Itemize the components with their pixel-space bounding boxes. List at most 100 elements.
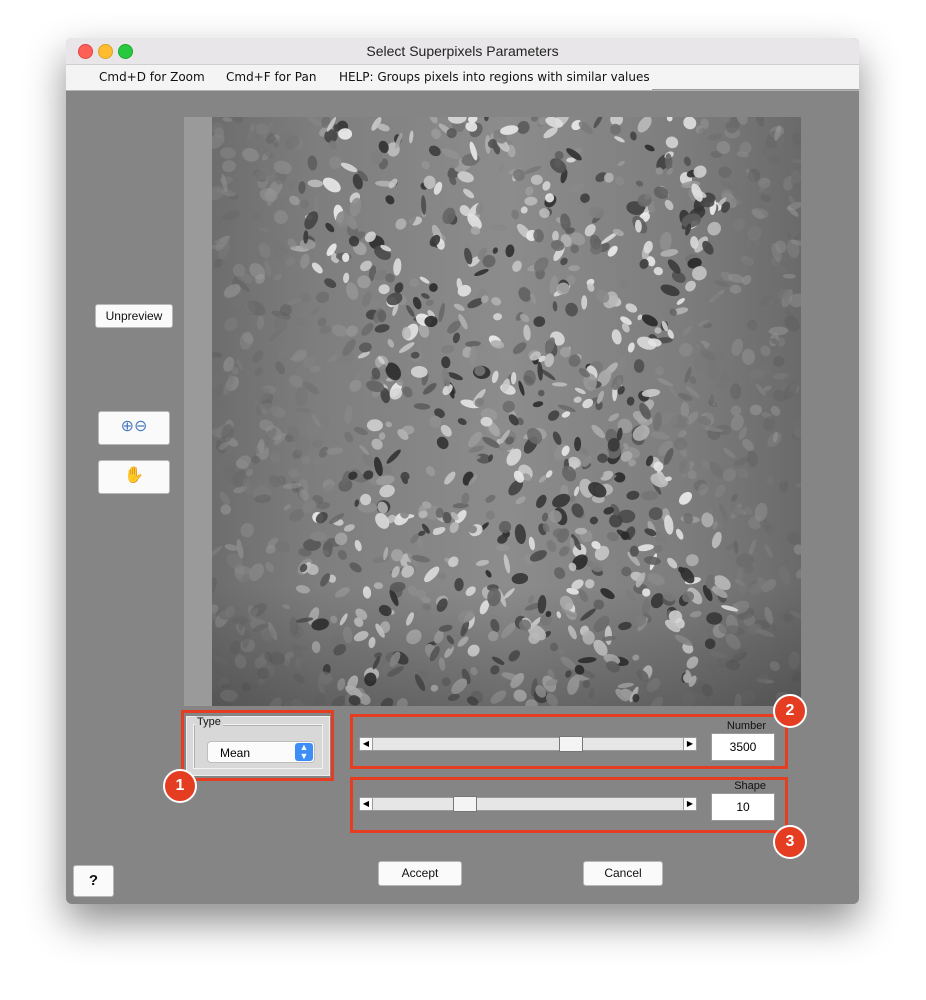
accept-button[interactable]: Accept [378,861,462,886]
superpixel-blob [664,199,674,211]
superpixel-blob [324,417,330,431]
superpixel-blob [401,326,412,340]
superpixel-blob [660,284,680,297]
superpixel-blob [525,186,534,196]
superpixel-blob [386,449,401,464]
menu-pan-hint[interactable]: Cmd+F for Pan [226,70,316,84]
superpixel-blob [581,295,588,310]
superpixel-blob [428,283,438,292]
superpixel-blob [610,123,621,135]
superpixel-blob [324,278,337,288]
superpixel-blob [298,181,306,194]
superpixel-blob [265,562,274,573]
superpixel-blob [429,117,438,124]
superpixel-blob [425,466,436,477]
superpixel-blob [552,230,559,242]
superpixel-preview-image[interactable] [212,117,801,706]
menu-help-text[interactable]: HELP: Groups pixels into regions with si… [339,70,650,84]
superpixel-blob [600,153,607,160]
superpixel-blob [441,356,451,369]
superpixel-blob [400,471,410,481]
superpixel-blob [501,352,512,363]
annotation-box-shape [350,777,788,833]
cancel-button[interactable]: Cancel [583,861,663,886]
superpixel-blob [626,490,640,500]
superpixel-blob [617,160,625,167]
annotation-box-number [350,714,788,769]
superpixel-blob [742,438,754,452]
superpixel-blob [357,275,371,289]
superpixel-blob [666,117,673,122]
superpixel-blob [359,342,372,353]
superpixel-blob [520,206,528,214]
superpixel-blob [254,367,263,376]
superpixel-blob [485,510,495,520]
superpixel-blob [409,130,414,144]
superpixel-blob [374,324,390,333]
superpixel-blob [683,512,694,524]
menu-zoom-hint[interactable]: Cmd+D for Zoom [99,70,205,84]
superpixel-blob [570,244,580,254]
superpixel-blob [378,284,390,295]
superpixel-blob [491,297,502,306]
superpixel-blob [764,543,773,558]
superpixel-blob [707,361,719,381]
superpixel-blob [304,211,319,230]
superpixel-blob [611,329,622,345]
superpixel-blob [419,276,430,284]
superpixel-blob [295,387,308,407]
menu-bar: Cmd+D for Zoom Cmd+F for Pan HELP: Group… [66,65,859,91]
superpixel-blob [747,450,758,468]
unpreview-button[interactable]: Unpreview [95,304,173,328]
superpixel-blob [232,117,244,123]
title-bar: Select Superpixels Parameters [66,38,859,65]
superpixel-blob [693,165,707,178]
superpixel-blob [621,566,632,577]
superpixel-blob [647,573,665,586]
superpixel-blob [675,528,684,540]
superpixel-blob [643,556,661,565]
superpixel-blob [453,303,465,311]
superpixel-blob [707,133,723,141]
superpixel-blob [325,447,344,455]
superpixel-blob [653,544,663,553]
superpixel-blob [322,177,341,193]
superpixel-blob [385,421,392,428]
superpixel-blob [511,573,529,585]
superpixel-blob [530,174,543,185]
superpixel-blob [220,504,232,515]
superpixel-blob [212,352,223,358]
superpixel-blob [372,555,390,564]
superpixel-blob [730,383,742,400]
superpixel-blob [283,504,291,511]
help-button[interactable]: ? [73,865,114,897]
superpixel-blob [548,410,560,421]
superpixel-blob [589,516,599,525]
superpixel-blob [641,490,658,501]
annotation-badge-1: 1 [163,769,197,803]
superpixel-blob [749,404,762,416]
superpixel-blob [512,342,527,355]
superpixel-blob [536,494,547,508]
superpixel-blob [284,257,296,266]
zoom-tool-button[interactable]: ⊕⊖ [98,411,170,445]
superpixel-blob [332,374,350,384]
superpixel-blob [552,431,562,445]
superpixel-blob [782,273,796,279]
superpixel-blob [665,136,679,149]
superpixel-blob [795,483,801,488]
superpixel-blob [529,342,537,348]
superpixel-blob [627,342,635,353]
superpixel-blob [653,266,663,276]
pan-tool-button[interactable]: ✋ [98,460,170,494]
superpixel-blob [379,484,395,498]
superpixel-blob [630,131,637,141]
superpixel-blob [258,227,270,232]
superpixel-blob [498,520,512,534]
superpixel-blob [778,480,789,493]
superpixel-blob [608,413,620,422]
annotation-badge-3: 3 [773,825,807,859]
superpixel-blob [735,553,755,568]
superpixel-blob [533,316,546,327]
superpixel-blob [633,359,645,373]
